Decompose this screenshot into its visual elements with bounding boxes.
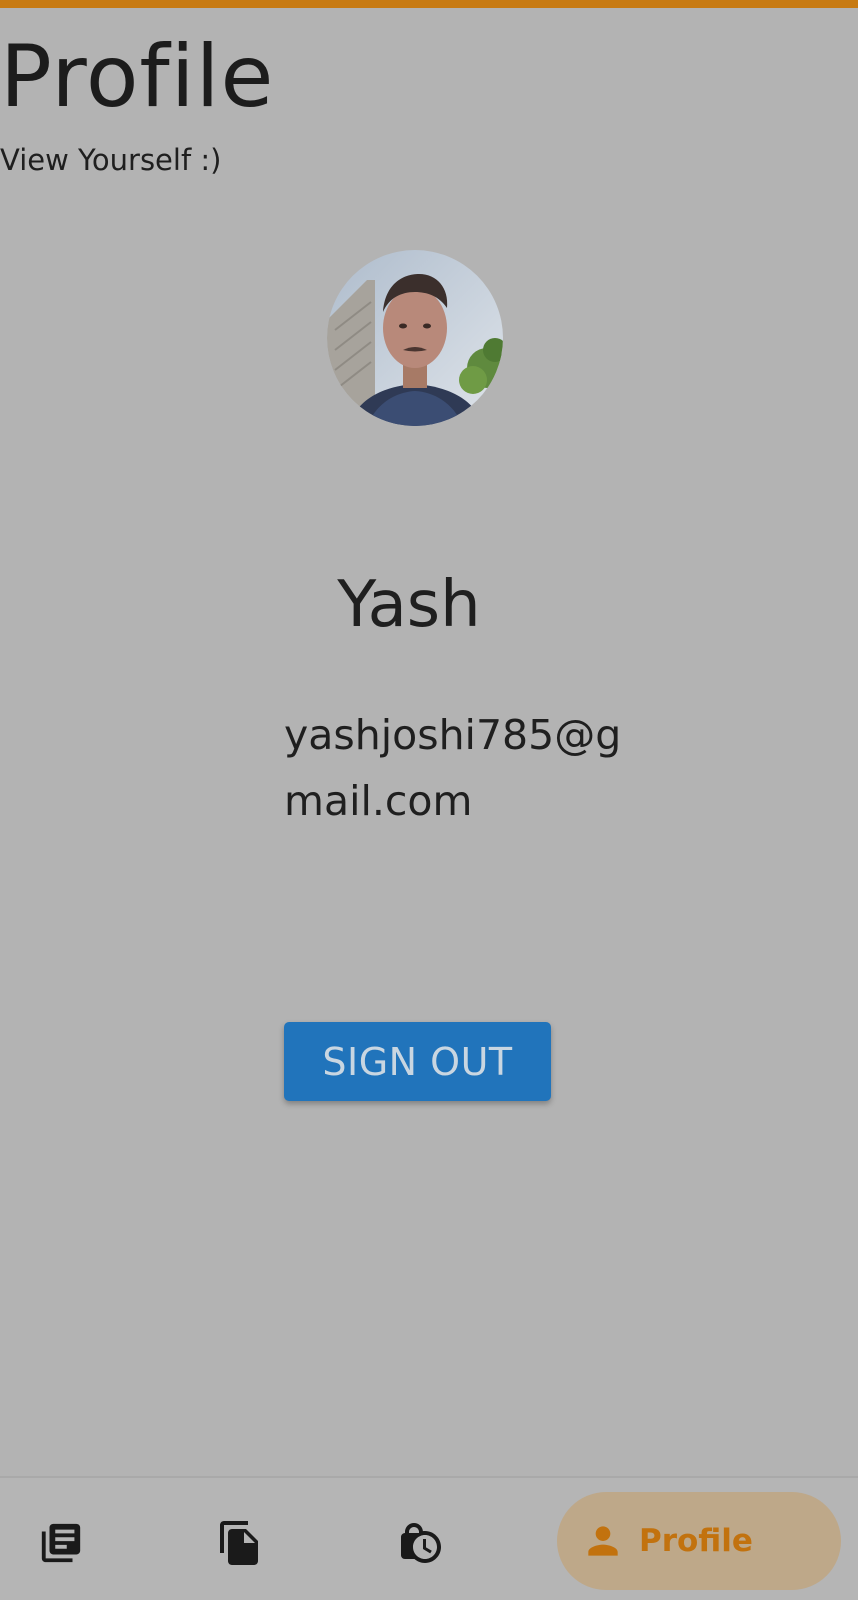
user-name: Yash <box>337 568 481 642</box>
avatar <box>327 250 503 426</box>
nav-item-profile-label: Profile <box>639 1523 753 1559</box>
avatar-photo <box>327 250 503 426</box>
bottom-navigation-bar: Profile <box>0 1476 858 1600</box>
library-books-icon <box>41 1523 81 1563</box>
person-icon <box>581 1519 625 1563</box>
nav-item-files[interactable] <box>215 1518 265 1568</box>
user-email: yashjoshi785@gmail.com <box>284 711 622 825</box>
file-copy-icon <box>220 1521 258 1565</box>
lock-clock-icon <box>401 1523 441 1563</box>
nav-item-profile[interactable]: Profile <box>557 1492 841 1590</box>
top-accent-bar <box>0 0 858 8</box>
sign-out-button[interactable]: SIGN OUT <box>284 1022 551 1101</box>
nav-item-lock[interactable] <box>396 1518 446 1568</box>
page-subtitle: View Yourself :) <box>0 143 222 177</box>
page-title: Profile <box>0 27 275 127</box>
nav-item-library[interactable] <box>36 1518 86 1568</box>
